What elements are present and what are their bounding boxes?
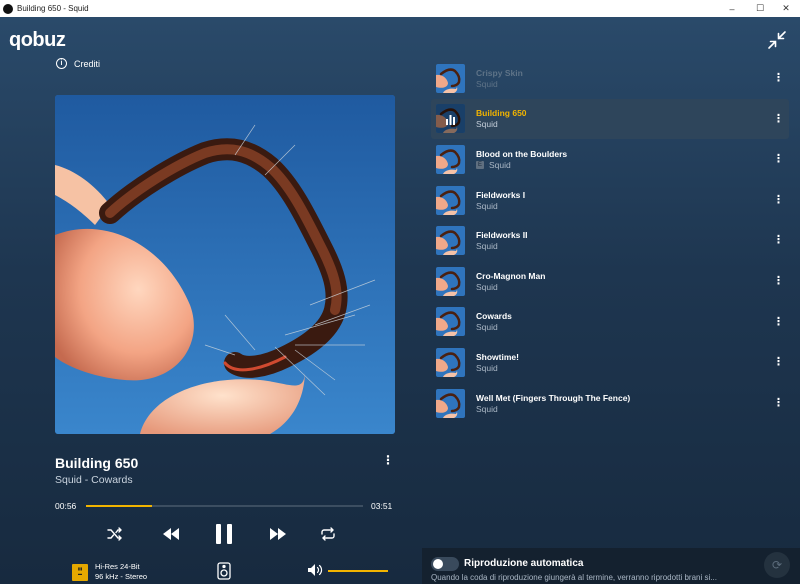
queue-item-title: Crispy Skin bbox=[476, 67, 523, 78]
queue-item-artist: Squid bbox=[476, 403, 498, 414]
queue-item-cover bbox=[436, 144, 465, 174]
queue-item-title: Fieldworks I bbox=[476, 189, 526, 200]
quality-line-1: Hi-Res 24-Bit bbox=[95, 562, 140, 571]
queue-item-artist: Squid bbox=[476, 241, 498, 252]
queue-item-artist: Squid bbox=[476, 78, 498, 89]
track-artist-album[interactable]: Squid - Cowards bbox=[55, 474, 133, 486]
info-icon: i bbox=[56, 58, 67, 69]
window-titlebar: Building 650 - Squid – ☐ ✕ bbox=[0, 0, 800, 17]
queue-item-more-vertical-icon[interactable]: ⋮ bbox=[773, 233, 784, 246]
device-icon[interactable] bbox=[215, 561, 233, 581]
queue-item-artist: Squid bbox=[489, 159, 511, 170]
queue-item[interactable]: Well Met (Fingers Through The Fence) Squi… bbox=[431, 383, 789, 424]
shuffle-icon[interactable] bbox=[105, 525, 125, 543]
queue-item-cover bbox=[436, 388, 465, 418]
queue-item[interactable]: Cro-Magnon Man Squid ⋮ bbox=[431, 261, 789, 302]
autoplay-description: Quando la coda di riproduzione giungerà … bbox=[431, 573, 717, 582]
queue-item-cover bbox=[436, 226, 465, 256]
queue-item[interactable]: Fieldworks I Squid ⋮ bbox=[431, 180, 789, 221]
queue-item-title: Cowards bbox=[476, 311, 512, 322]
maximize-button[interactable]: ☐ bbox=[746, 0, 774, 17]
queue-item-more-vertical-icon[interactable]: ⋮ bbox=[773, 71, 784, 84]
queue-item-more-vertical-icon[interactable]: ⋮ bbox=[773, 355, 784, 368]
play-queue: Crispy Skin Squid ⋮ Building 650 Squid ⋮ Blood… bbox=[431, 58, 789, 423]
queue-item-artist: Squid bbox=[476, 281, 498, 292]
queue-item-more-vertical-icon[interactable]: ⋮ bbox=[773, 396, 784, 409]
refresh-icon[interactable]: ⟳ bbox=[764, 552, 790, 578]
autoplay-toggle[interactable] bbox=[431, 557, 459, 571]
queue-item-cover bbox=[436, 63, 465, 93]
queue-item[interactable]: Fieldworks II Squid ⋮ bbox=[431, 220, 789, 261]
next-icon[interactable] bbox=[267, 524, 289, 544]
progress-bar[interactable] bbox=[86, 505, 363, 507]
queue-item-cover bbox=[436, 307, 465, 337]
queue-item-more-vertical-icon[interactable]: ⋮ bbox=[773, 315, 784, 328]
queue-item[interactable]: Showtime! Squid ⋮ bbox=[431, 342, 789, 383]
queue-item-more-vertical-icon[interactable]: ⋮ bbox=[773, 112, 784, 125]
explicit-icon: E bbox=[476, 160, 484, 169]
hi-res-badge-icon: ▮▮ ▬ bbox=[72, 563, 88, 581]
volume-slider[interactable] bbox=[328, 570, 388, 572]
minimize-button[interactable]: – bbox=[718, 0, 746, 17]
queue-item[interactable]: Building 650 Squid ⋮ bbox=[431, 98, 789, 140]
queue-item-title: Cro-Magnon Man bbox=[476, 270, 546, 281]
repeat-icon[interactable] bbox=[318, 524, 338, 544]
qobuz-logo[interactable]: qobuz bbox=[9, 29, 66, 52]
queue-item[interactable]: Blood on the Boulders E Squid ⋮ bbox=[431, 139, 789, 180]
queue-item-artist: Squid bbox=[476, 200, 498, 211]
queue-item[interactable]: Crispy Skin Squid ⋮ bbox=[431, 58, 789, 99]
queue-item-cover bbox=[436, 104, 465, 134]
close-button[interactable]: ✕ bbox=[772, 0, 800, 17]
player-view: qobuz i Crediti Building 650 Squid - Cow… bbox=[0, 17, 800, 584]
queue-item-title: Building 650 bbox=[476, 108, 527, 119]
progress-fill bbox=[86, 505, 153, 507]
autoplay-label: Riproduzione automatica bbox=[464, 558, 584, 569]
queue-item-title: Fieldworks II bbox=[476, 230, 528, 241]
queue-item-title: Blood on the Boulders bbox=[476, 148, 568, 159]
collapse-icon[interactable] bbox=[767, 30, 787, 50]
track-options-more-vertical-icon[interactable]: ⋮ bbox=[381, 453, 395, 469]
queue-item-title: Showtime! bbox=[476, 351, 519, 362]
window-title: Building 650 - Squid bbox=[17, 4, 89, 13]
pause-icon[interactable] bbox=[211, 520, 237, 548]
queue-item-cover bbox=[436, 347, 465, 377]
credits-label: Crediti bbox=[74, 58, 101, 69]
elapsed-time: 00:56 bbox=[55, 501, 77, 511]
total-time: 03:51 bbox=[371, 501, 393, 511]
audio-quality[interactable]: ▮▮ ▬ Hi-Res 24-Bit 96 kHz - Stereo bbox=[72, 562, 147, 582]
queue-item-cover bbox=[436, 266, 465, 296]
quality-line-2: 96 kHz - Stereo bbox=[95, 572, 148, 581]
queue-item-more-vertical-icon[interactable]: ⋮ bbox=[773, 274, 784, 287]
previous-icon[interactable] bbox=[160, 524, 182, 544]
queue-item-more-vertical-icon[interactable]: ⋮ bbox=[773, 193, 784, 206]
app-icon bbox=[3, 3, 13, 14]
track-title: Building 650 bbox=[55, 455, 139, 471]
queue-item-more-vertical-icon[interactable]: ⋮ bbox=[773, 152, 784, 165]
queue-item-artist: Squid bbox=[476, 119, 498, 130]
album-cover bbox=[55, 95, 395, 434]
queue-item-artist: Squid bbox=[476, 362, 498, 373]
queue-item-title: Well Met (Fingers Through The Fence) bbox=[476, 392, 631, 403]
queue-item-artist: Squid bbox=[476, 322, 498, 333]
credits-button[interactable]: i Crediti bbox=[56, 58, 100, 69]
volume-icon[interactable] bbox=[306, 562, 324, 578]
queue-item-cover bbox=[436, 185, 465, 215]
queue-item[interactable]: Cowards Squid ⋮ bbox=[431, 302, 789, 343]
autoplay-panel: Riproduzione automatica Quando la coda d… bbox=[422, 548, 800, 584]
